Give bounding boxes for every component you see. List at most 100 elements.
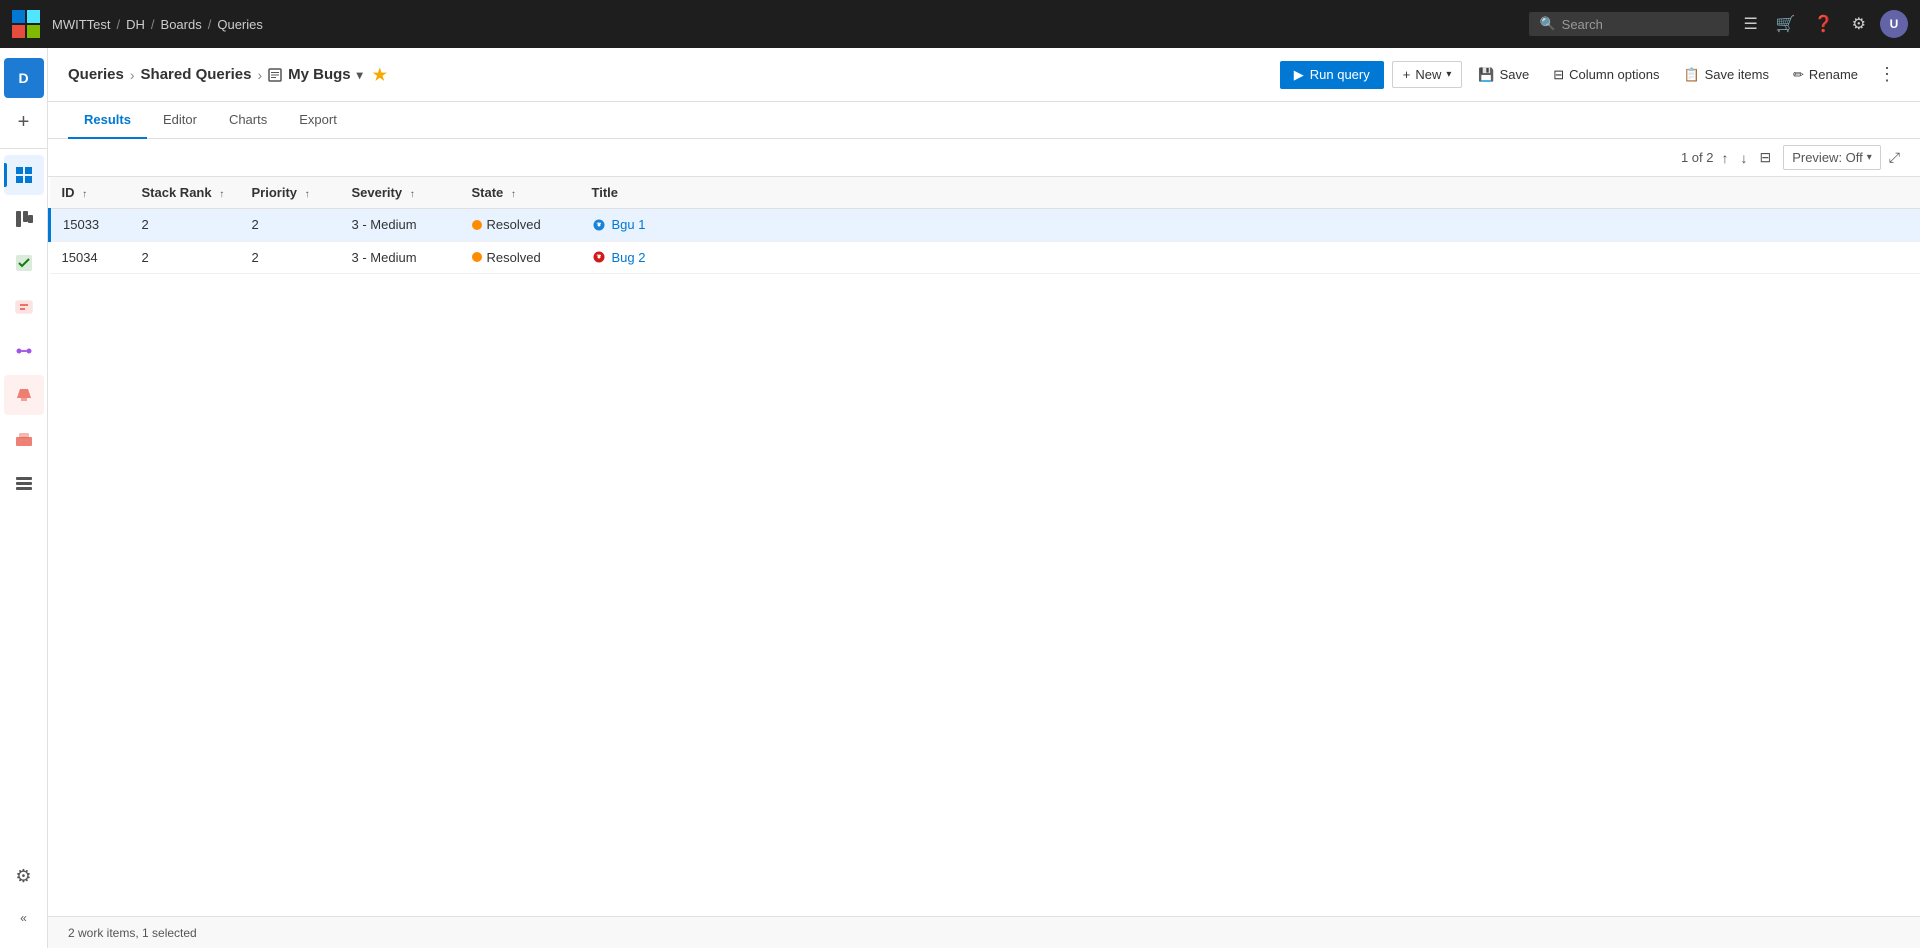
breadcrumb-my-bugs: My Bugs ▾ (268, 66, 363, 83)
save-button[interactable]: 💾 Save (1470, 62, 1537, 88)
sidebar-collapse[interactable]: « (4, 898, 44, 938)
settings-icon[interactable]: ⚙ (1848, 10, 1870, 38)
sidebar-item-artifacts[interactable] (4, 419, 44, 459)
bug-icon (592, 250, 606, 264)
topbar-section2[interactable]: Boards (161, 17, 202, 32)
save-icon: 💾 (1478, 67, 1494, 83)
col-header-severity[interactable]: Severity ↑ (340, 177, 460, 209)
prev-page-button[interactable]: ↑ (1717, 148, 1732, 168)
search-box[interactable]: 🔍 (1529, 12, 1729, 36)
col-header-stackrank[interactable]: Stack Rank ↑ (130, 177, 240, 209)
preview-label: Preview: Off (1792, 150, 1863, 165)
rename-button[interactable]: ✏ Rename (1785, 62, 1866, 88)
topbar-section3[interactable]: Queries (217, 17, 263, 32)
sidebar-item-home[interactable]: D (4, 58, 44, 98)
state-dot (472, 220, 482, 230)
help-icon[interactable]: ❓ (1810, 10, 1838, 38)
header-actions: ▶ Run query + New ▾ 💾 Save ⊟ Column opti… (1280, 60, 1900, 89)
col-header-id[interactable]: ID ↑ (50, 177, 130, 209)
sidebar-item-boards[interactable] (4, 199, 44, 239)
topbar-section1[interactable]: DH (126, 17, 145, 32)
main-layout: D + ⚙ « (0, 48, 1920, 948)
severity-sort-icon: ↑ (410, 189, 415, 200)
work-item-link[interactable]: Bgu 1 (592, 217, 1909, 232)
new-button[interactable]: + New ▾ (1392, 61, 1463, 88)
more-options-button[interactable]: ⋮ (1874, 60, 1900, 89)
notifications-icon[interactable]: ☰ (1739, 10, 1761, 38)
query-toolbar: 1 of 2 ↑ ↓ ⊟ Preview: Off ▾ ⤢ (48, 139, 1920, 177)
state-sort-icon: ↑ (511, 189, 516, 200)
run-query-button[interactable]: ▶ Run query (1280, 61, 1384, 89)
cell-stackrank: 2 (130, 209, 240, 242)
sidebar-item-repos[interactable] (4, 287, 44, 327)
pagination: 1 of 2 ↑ ↓ ⊟ (1681, 147, 1775, 168)
save-items-icon: 📋 (1683, 67, 1699, 83)
tab-results[interactable]: Results (68, 102, 147, 139)
save-items-button[interactable]: 📋 Save items (1675, 62, 1777, 88)
status-bar: 2 work items, 1 selected (48, 916, 1920, 948)
avatar[interactable]: U (1880, 10, 1908, 38)
dropdown-icon[interactable]: ▾ (357, 68, 363, 82)
bug-icon (592, 218, 606, 232)
preview-toggle-button[interactable]: Preview: Off ▾ (1783, 145, 1881, 170)
app-logo[interactable] (12, 10, 40, 38)
col-header-state[interactable]: State ↑ (460, 177, 580, 209)
cell-title[interactable]: Bug 2 (580, 241, 1920, 274)
my-bugs-label[interactable]: My Bugs (288, 66, 351, 83)
state-dot (472, 252, 482, 262)
table-row[interactable]: 15033 2 2 3 - Medium Resolved Bgu 1 (50, 209, 1920, 242)
work-item-link[interactable]: Bug 2 (592, 250, 1909, 265)
breadcrumb-sep2: › (257, 67, 262, 83)
query-icon (268, 68, 282, 82)
columns-icon: ⊟ (1553, 67, 1564, 83)
tab-editor[interactable]: Editor (147, 102, 213, 139)
sidebar-item-add[interactable]: + (4, 102, 44, 142)
basket-icon[interactable]: 🛒 (1772, 10, 1800, 38)
sidebar-item-pipelines[interactable] (4, 331, 44, 371)
sidebar-item-workitems[interactable] (4, 243, 44, 283)
favorite-star[interactable]: ★ (373, 65, 387, 85)
chevron-down-icon: ▾ (1446, 69, 1451, 80)
sidebar: D + ⚙ « (0, 48, 48, 948)
page-breadcrumb: Queries › Shared Queries › My Bugs ▾ ★ (68, 65, 387, 85)
priority-sort-icon: ↑ (305, 189, 310, 200)
expand-button[interactable]: ⤢ (1889, 149, 1900, 166)
filter-button[interactable]: ⊟ (1755, 147, 1775, 168)
tab-charts[interactable]: Charts (213, 102, 283, 139)
topbar-right: 🔍 ☰ 🛒 ❓ ⚙ U (1529, 10, 1908, 38)
rename-icon: ✏ (1793, 67, 1804, 83)
breadcrumb-queries[interactable]: Queries (68, 66, 124, 83)
breadcrumb-shared-queries[interactable]: Shared Queries (141, 66, 252, 83)
sidebar-item-test[interactable] (4, 375, 44, 415)
topbar: MWITTest / DH / Boards / Queries 🔍 ☰ 🛒 ❓… (0, 0, 1920, 48)
cell-stackrank: 2 (130, 241, 240, 274)
breadcrumb-sep1: › (130, 67, 135, 83)
table-row[interactable]: 15034 2 2 3 - Medium Resolved Bug 2 (50, 241, 1920, 274)
cell-id: 15034 (50, 241, 130, 274)
col-header-priority[interactable]: Priority ↑ (240, 177, 340, 209)
pagination-text: 1 of 2 (1681, 150, 1714, 165)
sidebar-item-overview[interactable] (4, 155, 44, 195)
id-sort-icon: ↑ (82, 189, 87, 200)
items-selected: 1 selected (142, 926, 197, 940)
cell-severity: 3 - Medium (340, 241, 460, 274)
sidebar-bottom: ⚙ « (4, 854, 44, 940)
tab-export[interactable]: Export (283, 102, 353, 139)
cell-severity: 3 - Medium (340, 209, 460, 242)
sidebar-settings[interactable]: ⚙ (4, 856, 44, 896)
cell-state: Resolved (460, 241, 580, 274)
plus-icon: + (1403, 67, 1411, 82)
column-options-button[interactable]: ⊟ Column options (1545, 62, 1667, 88)
stackrank-sort-icon: ↑ (219, 189, 224, 200)
cell-title[interactable]: Bgu 1 (580, 209, 1920, 242)
next-page-button[interactable]: ↓ (1736, 148, 1751, 168)
sidebar-item-more[interactable] (4, 463, 44, 503)
search-input[interactable] (1562, 17, 1720, 32)
search-icon: 🔍 (1539, 16, 1555, 32)
col-header-title[interactable]: Title (580, 177, 1920, 209)
cell-id: 15033 (50, 209, 130, 242)
page-header: Queries › Shared Queries › My Bugs ▾ ★ (48, 48, 1920, 102)
topbar-project[interactable]: MWITTest (52, 17, 111, 32)
run-icon: ▶ (1294, 67, 1304, 83)
cell-state: Resolved (460, 209, 580, 242)
